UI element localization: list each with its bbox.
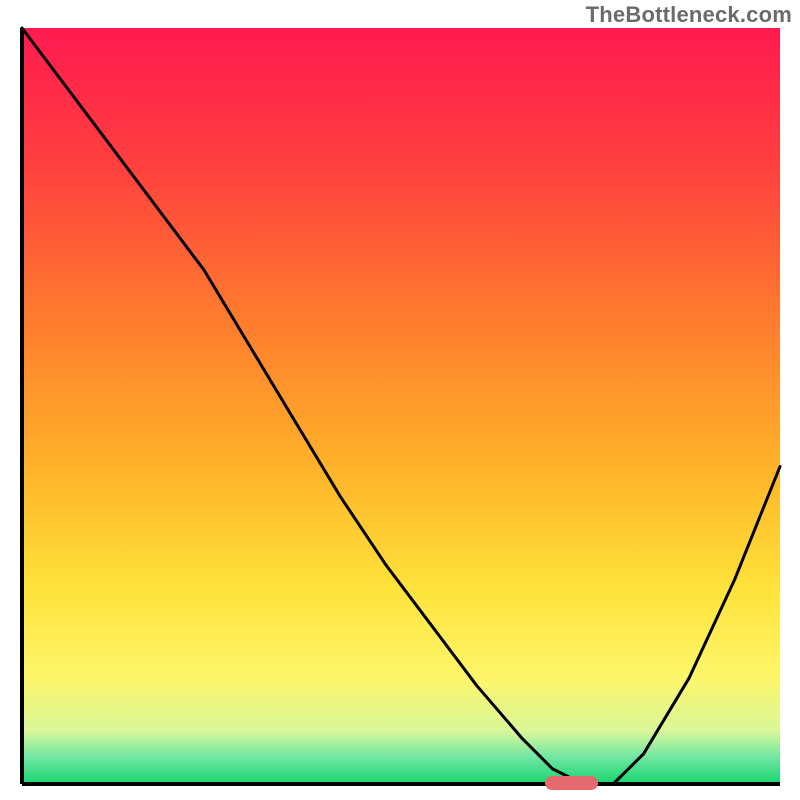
optimal-range-marker: [545, 776, 598, 790]
chart-stage: { "watermark": "TheBottleneck.com", "gra…: [0, 0, 800, 800]
bottleneck-chart: [0, 0, 800, 800]
gradient-background: [22, 28, 780, 784]
